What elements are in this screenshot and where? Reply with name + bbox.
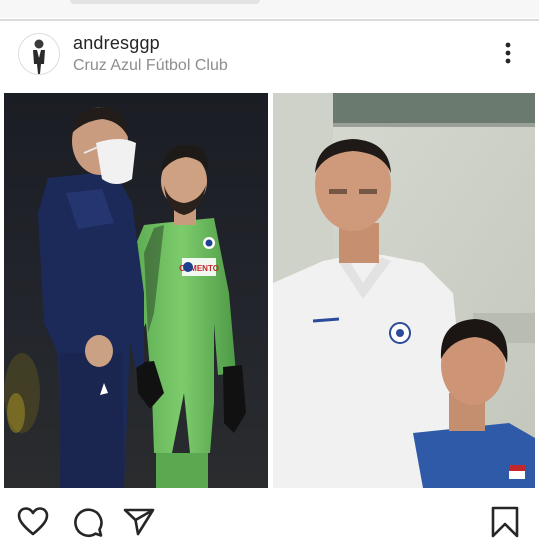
more-vertical-icon <box>505 42 511 64</box>
post-location[interactable]: Cruz Azul Fútbol Club <box>73 57 228 75</box>
avatar-figure-icon <box>19 34 59 74</box>
share-button[interactable] <box>122 505 156 539</box>
comment-icon <box>74 508 103 537</box>
post-photo-right[interactable] <box>273 93 535 488</box>
avatar[interactable] <box>18 33 60 75</box>
post-actions-bar <box>0 495 539 539</box>
save-button[interactable] <box>488 505 522 539</box>
comment-button[interactable] <box>70 505 104 539</box>
paper-plane-icon <box>123 508 155 536</box>
cropped-text-fragment <box>70 0 260 4</box>
previous-post-edge <box>0 0 539 18</box>
post-photo-left[interactable]: CEMENTO <box>4 93 268 488</box>
man-and-boy-photo <box>273 93 535 488</box>
heart-icon <box>17 507 49 536</box>
coach-goalkeeper-photo: CEMENTO <box>4 93 268 488</box>
post-header: andresggp Cruz Azul Fútbol Club <box>0 21 539 89</box>
more-options-button[interactable] <box>498 41 518 67</box>
like-button[interactable] <box>16 505 50 539</box>
post-username[interactable]: andresggp <box>73 33 160 54</box>
bookmark-icon <box>491 506 519 538</box>
